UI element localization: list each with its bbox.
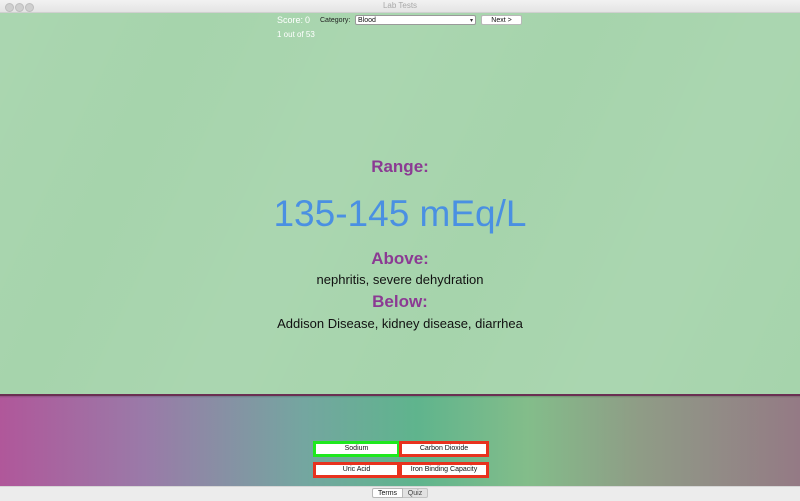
tab-terms[interactable]: Terms bbox=[372, 488, 403, 498]
progress-text: 1 out of 53 bbox=[277, 30, 315, 39]
category-select[interactable]: Blood ▾ bbox=[355, 15, 476, 25]
above-text: nephritis, severe dehydration bbox=[316, 272, 484, 287]
answer-button-iron-binding-capacity[interactable]: Iron Binding Capacity bbox=[399, 462, 489, 478]
answer-button-uric-acid[interactable]: Uric Acid bbox=[313, 462, 400, 478]
range-heading: Range: bbox=[371, 157, 429, 176]
answer-button-carbon-dioxide[interactable]: Carbon Dioxide bbox=[399, 441, 489, 457]
below-text: Addison Disease, kidney disease, diarrhe… bbox=[277, 316, 523, 331]
title-bar: Lab Tests bbox=[0, 0, 800, 13]
category-label: Category: bbox=[320, 17, 351, 24]
quiz-area: Score: 0 Category: Blood ▾ Next > 1 out … bbox=[0, 13, 800, 394]
category-selected-value: Blood bbox=[358, 17, 376, 24]
answer-button-sodium[interactable]: Sodium bbox=[313, 441, 400, 457]
score-value: 0 bbox=[305, 15, 311, 25]
score-label: Score: bbox=[277, 15, 304, 25]
mode-bar: Terms Quiz bbox=[0, 486, 800, 501]
range-value: 135-145 mEq/L bbox=[273, 193, 527, 234]
window-title: Lab Tests bbox=[382, 1, 418, 10]
chevron-down-icon: ▾ bbox=[469, 18, 473, 24]
divider bbox=[0, 394, 800, 396]
below-heading: Below: bbox=[372, 292, 428, 311]
tab-quiz[interactable]: Quiz bbox=[403, 488, 428, 498]
next-button[interactable]: Next > bbox=[481, 15, 522, 25]
above-heading: Above: bbox=[371, 249, 429, 268]
